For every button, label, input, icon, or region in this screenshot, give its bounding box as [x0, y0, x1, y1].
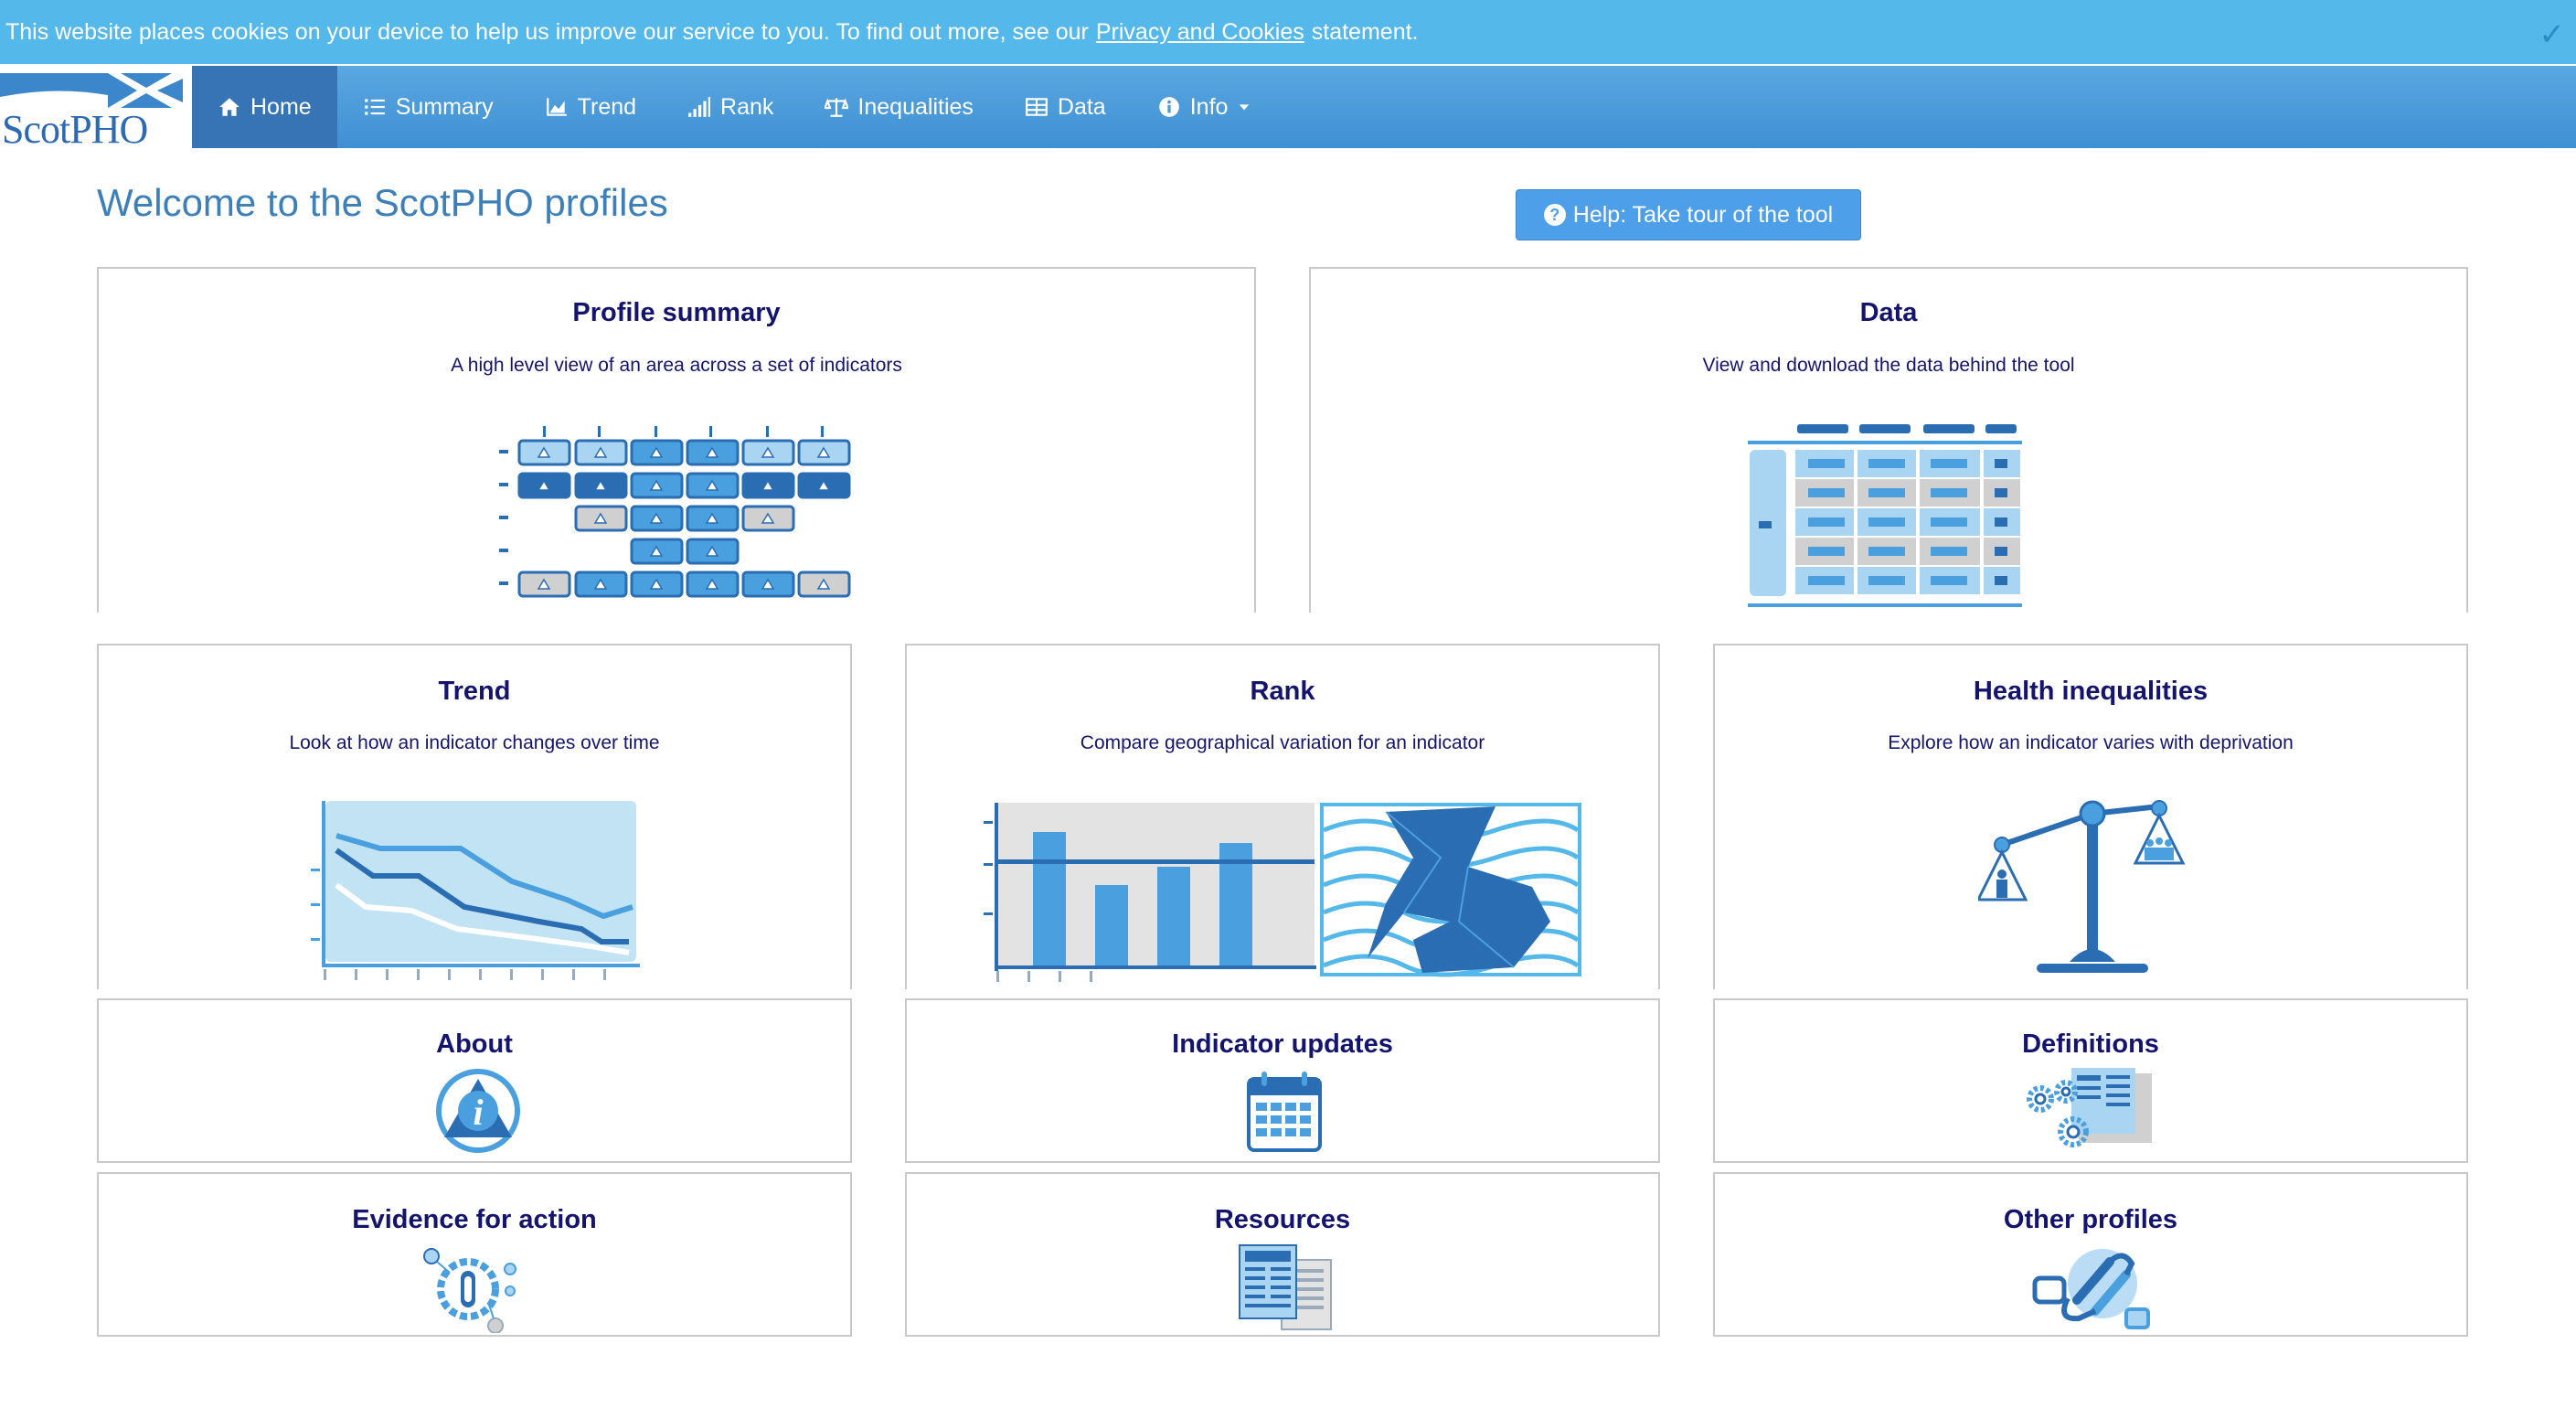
cookie-text: This website places cookies on your devi… [5, 18, 1089, 45]
tile-description: Compare geographical variation for an in… [1080, 732, 1485, 753]
about-info-icon: i [436, 1069, 520, 1153]
tile-title: Trend [438, 677, 511, 706]
tab-home-label: Home [250, 93, 312, 120]
tile-definitions[interactable]: Definitions [1713, 998, 2468, 1163]
cookie-banner: This website places cookies on your devi… [0, 0, 2576, 64]
home-icon [219, 98, 240, 116]
tab-rank-label: Rank [720, 93, 774, 120]
tile-description: Explore how an indicator varies with dep… [1888, 732, 2294, 753]
resources-documents-icon [1239, 1244, 1332, 1330]
caret-down-icon [1240, 104, 1250, 111]
tab-info[interactable]: Info [1132, 66, 1278, 148]
tile-title: Rank [1250, 677, 1315, 706]
tab-summary-label: Summary [395, 93, 494, 120]
cookie-suffix: statement. [1311, 18, 1419, 45]
tab-inequalities-label: Inequalities [857, 93, 974, 120]
tile-rank[interactable]: Rank Compare geographical variation for … [905, 644, 1660, 989]
scotpho-logo[interactable]: ScotPHO [0, 66, 192, 152]
tile-about[interactable]: About i [97, 998, 852, 1163]
privacy-cookies-link[interactable]: Privacy and Cookies [1096, 19, 1304, 46]
tab-data[interactable]: Data [999, 66, 1132, 148]
info-circle-icon [1158, 97, 1179, 117]
tile-description: Look at how an indicator changes over ti… [289, 732, 660, 753]
cookie-dismiss-icon[interactable]: ✓ [2539, 16, 2566, 53]
scales-icon [1978, 800, 2186, 973]
help-tour-button[interactable]: ? Help: Take tour of the tool [1516, 189, 1861, 240]
chain-link-icon [2032, 1249, 2150, 1329]
rank-bar-map-icon [984, 803, 1581, 982]
calendar-icon [1247, 1072, 1322, 1152]
tab-rank[interactable]: Rank [662, 66, 799, 148]
question-circle-icon: ? [1543, 204, 1566, 226]
tile-health-inequalities[interactable]: Health inequalities Explore how an indic… [1713, 644, 2468, 989]
trend-chart-icon [311, 801, 640, 980]
tile-data[interactable]: Data View and download the data behind t… [1309, 267, 2468, 613]
tab-summary[interactable]: Summary [337, 66, 519, 148]
tile-evidence-for-action[interactable]: Evidence for action [97, 1172, 852, 1337]
tile-other-profiles[interactable]: Other profiles [1713, 1172, 2468, 1337]
tab-data-label: Data [1057, 93, 1106, 120]
tile-title: Data [1859, 298, 1918, 327]
tab-home[interactable]: Home [192, 66, 337, 148]
tile-trend[interactable]: Trend Look at how an indicator changes o… [97, 644, 852, 989]
tile-description: View and download the data behind the to… [1702, 355, 2075, 376]
navbar: ScotPHO Home Summary Trend Rank Inequali… [0, 66, 2576, 152]
main-nav: Home Summary Trend Rank Inequalities Dat… [192, 66, 1277, 148]
tab-inequalities[interactable]: Inequalities [799, 66, 998, 148]
tile-resources[interactable]: Resources [905, 1172, 1660, 1337]
list-icon [364, 99, 385, 115]
definitions-gears-icon [2027, 1068, 2152, 1147]
tile-profile-summary[interactable]: Profile summary A high level view of an … [97, 267, 1256, 613]
help-tour-label: Help: Take tour of the tool [1572, 201, 1834, 228]
tile-title: Resources [1214, 1205, 1351, 1234]
page-title: Welcome to the ScotPHO profiles [97, 181, 668, 224]
tile-title: Other profiles [2003, 1205, 2178, 1234]
area-chart-icon [546, 98, 567, 116]
tile-title: About [436, 1029, 513, 1059]
evidence-network-icon [423, 1248, 516, 1333]
tile-title: Evidence for action [352, 1205, 597, 1234]
tile-title: Definitions [2022, 1029, 2159, 1059]
tile-indicator-updates[interactable]: Indicator updates [905, 998, 1660, 1163]
tab-info-label: Info [1189, 93, 1229, 120]
table-icon [1025, 98, 1048, 116]
svg-text:i: i [473, 1092, 483, 1133]
balance-scale-icon [825, 98, 849, 117]
signal-icon [688, 97, 710, 117]
logo-text: ScotPHO [2, 107, 148, 152]
summary-grid-icon [499, 426, 851, 598]
tile-description: A high level view of an area across a se… [451, 355, 902, 376]
tile-title: Health inequalities [1973, 677, 2209, 706]
tab-trend[interactable]: Trend [519, 66, 662, 148]
data-table-icon [1748, 424, 2022, 607]
tile-title: Profile summary [572, 298, 781, 327]
tab-trend-label: Trend [577, 93, 637, 120]
tile-title: Indicator updates [1172, 1029, 1393, 1059]
